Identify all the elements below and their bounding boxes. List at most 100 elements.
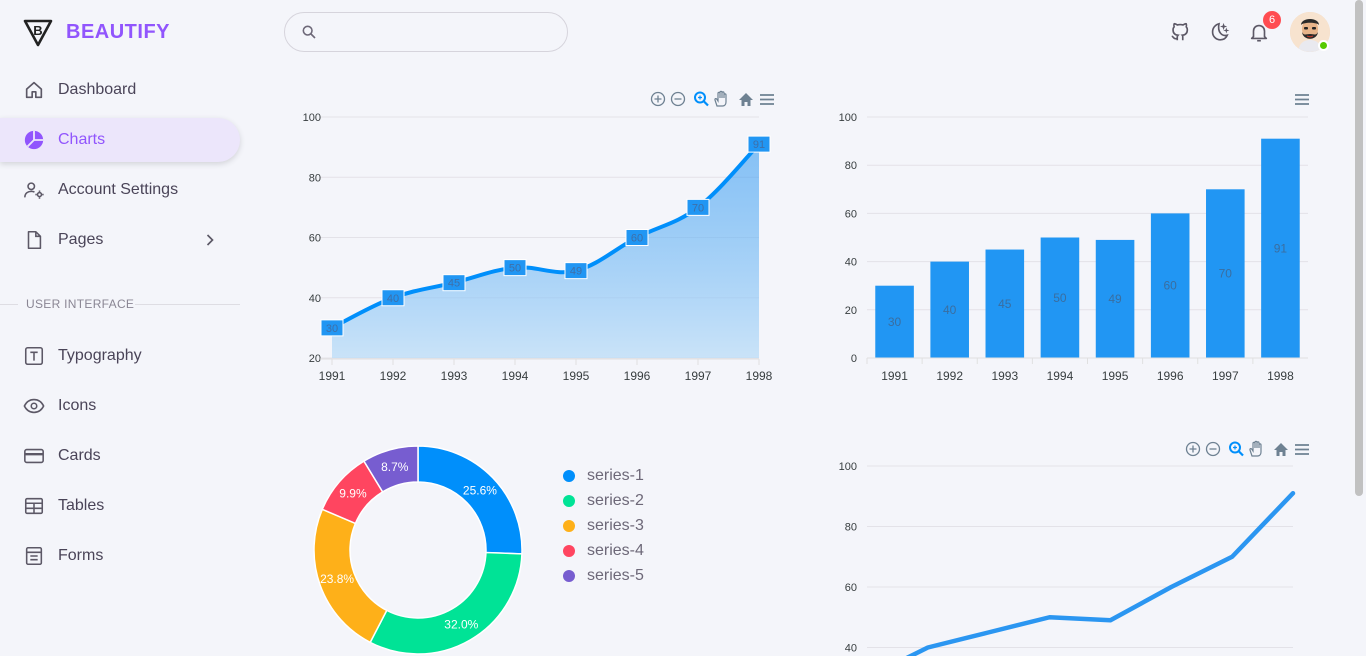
x-tick-label: 1995: [1102, 369, 1129, 383]
menu-icon[interactable]: [1295, 444, 1309, 455]
chart-toolbar: [650, 90, 774, 107]
x-tick-label: 1996: [624, 369, 651, 383]
chart-toolbar: [1185, 440, 1309, 457]
sidebar-item-forms[interactable]: Forms: [0, 534, 240, 578]
sidebar-item-account-settings[interactable]: Account Settings: [0, 168, 240, 212]
logo-icon: B: [23, 19, 53, 47]
brand[interactable]: B BEAUTIFY: [22, 16, 170, 48]
legend-item[interactable]: series-5: [563, 563, 644, 588]
y-tick-label: 100: [839, 112, 857, 124]
legend-item[interactable]: series-3: [563, 513, 644, 538]
y-tick-label: 100: [839, 461, 857, 473]
sidebar-item-dashboard[interactable]: Dashboard: [0, 68, 240, 112]
reset-home-icon[interactable]: [739, 93, 753, 106]
search-icon: [301, 24, 317, 45]
pie-chart-icon: [22, 128, 46, 152]
table-icon: [22, 494, 46, 518]
legend-item[interactable]: series-4: [563, 538, 644, 563]
slice-label: 32.0%: [444, 617, 478, 631]
zoom-in-icon[interactable]: [650, 91, 666, 107]
moon-icon[interactable]: [1207, 20, 1231, 44]
zoom-selection-icon[interactable]: [1229, 441, 1244, 457]
menu-icon[interactable]: [760, 94, 774, 105]
x-tick-label: 1997: [685, 369, 712, 383]
file-icon: [22, 228, 46, 252]
home-icon: [22, 78, 46, 102]
y-tick-label: 40: [309, 293, 321, 305]
sidebar-item-label: Dashboard: [58, 81, 137, 98]
zoom-in-icon[interactable]: [1185, 441, 1201, 457]
data-label: 50: [1053, 291, 1067, 305]
sidebar-item-cards[interactable]: Cards: [0, 434, 240, 478]
data-label: 45: [442, 274, 466, 292]
y-tick-label: 60: [845, 582, 857, 594]
y-tick-label: 0: [851, 353, 857, 365]
notification-badge: 6: [1263, 11, 1281, 29]
data-label: 50: [503, 259, 527, 277]
legend-label: series-1: [587, 466, 644, 484]
zoom-out-icon[interactable]: [670, 91, 686, 107]
x-tick-label: 1995: [563, 369, 590, 383]
menu-icon[interactable]: [1295, 94, 1309, 105]
data-label: 91: [1274, 241, 1288, 255]
legend-marker: [563, 544, 575, 557]
x-tick-label: 1991: [881, 369, 908, 383]
y-tick-label: 100: [303, 112, 321, 124]
donut-slice: [369, 551, 523, 655]
legend-marker: [563, 569, 575, 582]
x-tick-label: 1991: [319, 369, 346, 383]
legend-marker: [563, 494, 575, 507]
data-label: 30: [320, 319, 344, 337]
pan-hand-icon[interactable]: [714, 90, 727, 107]
svg-text:60: 60: [631, 233, 643, 245]
x-tick-label: 1992: [936, 369, 963, 383]
sidebar-item-label: Typography: [58, 347, 142, 364]
divider: [135, 304, 240, 305]
data-label: 49: [564, 262, 588, 280]
series-line: [905, 490, 1296, 656]
search-bar[interactable]: [284, 12, 568, 52]
sidebar-item-label: Icons: [58, 397, 97, 414]
eye-icon: [22, 394, 46, 418]
svg-text:40: 40: [387, 293, 399, 305]
sidebar-item-charts[interactable]: Charts: [0, 118, 240, 162]
typography-icon: [22, 344, 46, 368]
reset-home-icon[interactable]: [1274, 443, 1288, 456]
online-status-dot: [1318, 40, 1329, 51]
github-icon[interactable]: [1168, 20, 1192, 44]
sidebar-item-label: Pages: [58, 231, 104, 248]
legend-item[interactable]: series-2: [563, 488, 644, 513]
x-tick-label: 1997: [1212, 369, 1239, 383]
donut-legend: series-1 series-2 series-3 series-4 series-5: [563, 463, 644, 588]
bar-chart: 0 20 40 60 80 100 30 40 45 50 49 60 70 91 1991 1992 19…: [839, 94, 1309, 383]
sidebar-item-tables[interactable]: Tables: [0, 484, 240, 528]
sidebar-item-icons[interactable]: Icons: [0, 384, 240, 428]
search-input[interactable]: [329, 21, 549, 43]
y-tick-label: 80: [309, 172, 321, 184]
sidebar-item-label: Forms: [58, 547, 104, 564]
y-tick-label: 80: [845, 160, 857, 172]
sidebar: B BEAUTIFY Dashboard Charts Account Sett…: [0, 0, 260, 656]
area-fill: [332, 144, 759, 358]
legend-item[interactable]: series-1: [563, 463, 644, 488]
donut-slice: [417, 445, 523, 555]
x-tick-label: 1998: [1267, 369, 1294, 383]
sidebar-item-typography[interactable]: Typography: [0, 334, 240, 378]
legend-label: series-3: [587, 516, 644, 534]
svg-text:49: 49: [570, 266, 582, 278]
zoom-selection-icon[interactable]: [694, 91, 709, 107]
x-tick-label: 1994: [1047, 369, 1074, 383]
credit-card-icon: [22, 444, 46, 468]
svg-text:30: 30: [326, 323, 338, 335]
data-label: 60: [625, 229, 649, 246]
sidebar-item-label: Charts: [58, 131, 106, 148]
sidebar-item-pages[interactable]: Pages: [0, 218, 240, 262]
zoom-out-icon[interactable]: [1205, 441, 1221, 457]
brand-name: BEAUTIFY: [66, 20, 170, 43]
pan-hand-icon[interactable]: [1249, 440, 1262, 457]
y-tick-label: 20: [845, 305, 857, 317]
page-scrollbar[interactable]: [1355, 0, 1363, 496]
form-icon: [22, 544, 46, 568]
slice-label: 25.6%: [463, 483, 497, 497]
legend-label: series-4: [587, 541, 644, 559]
